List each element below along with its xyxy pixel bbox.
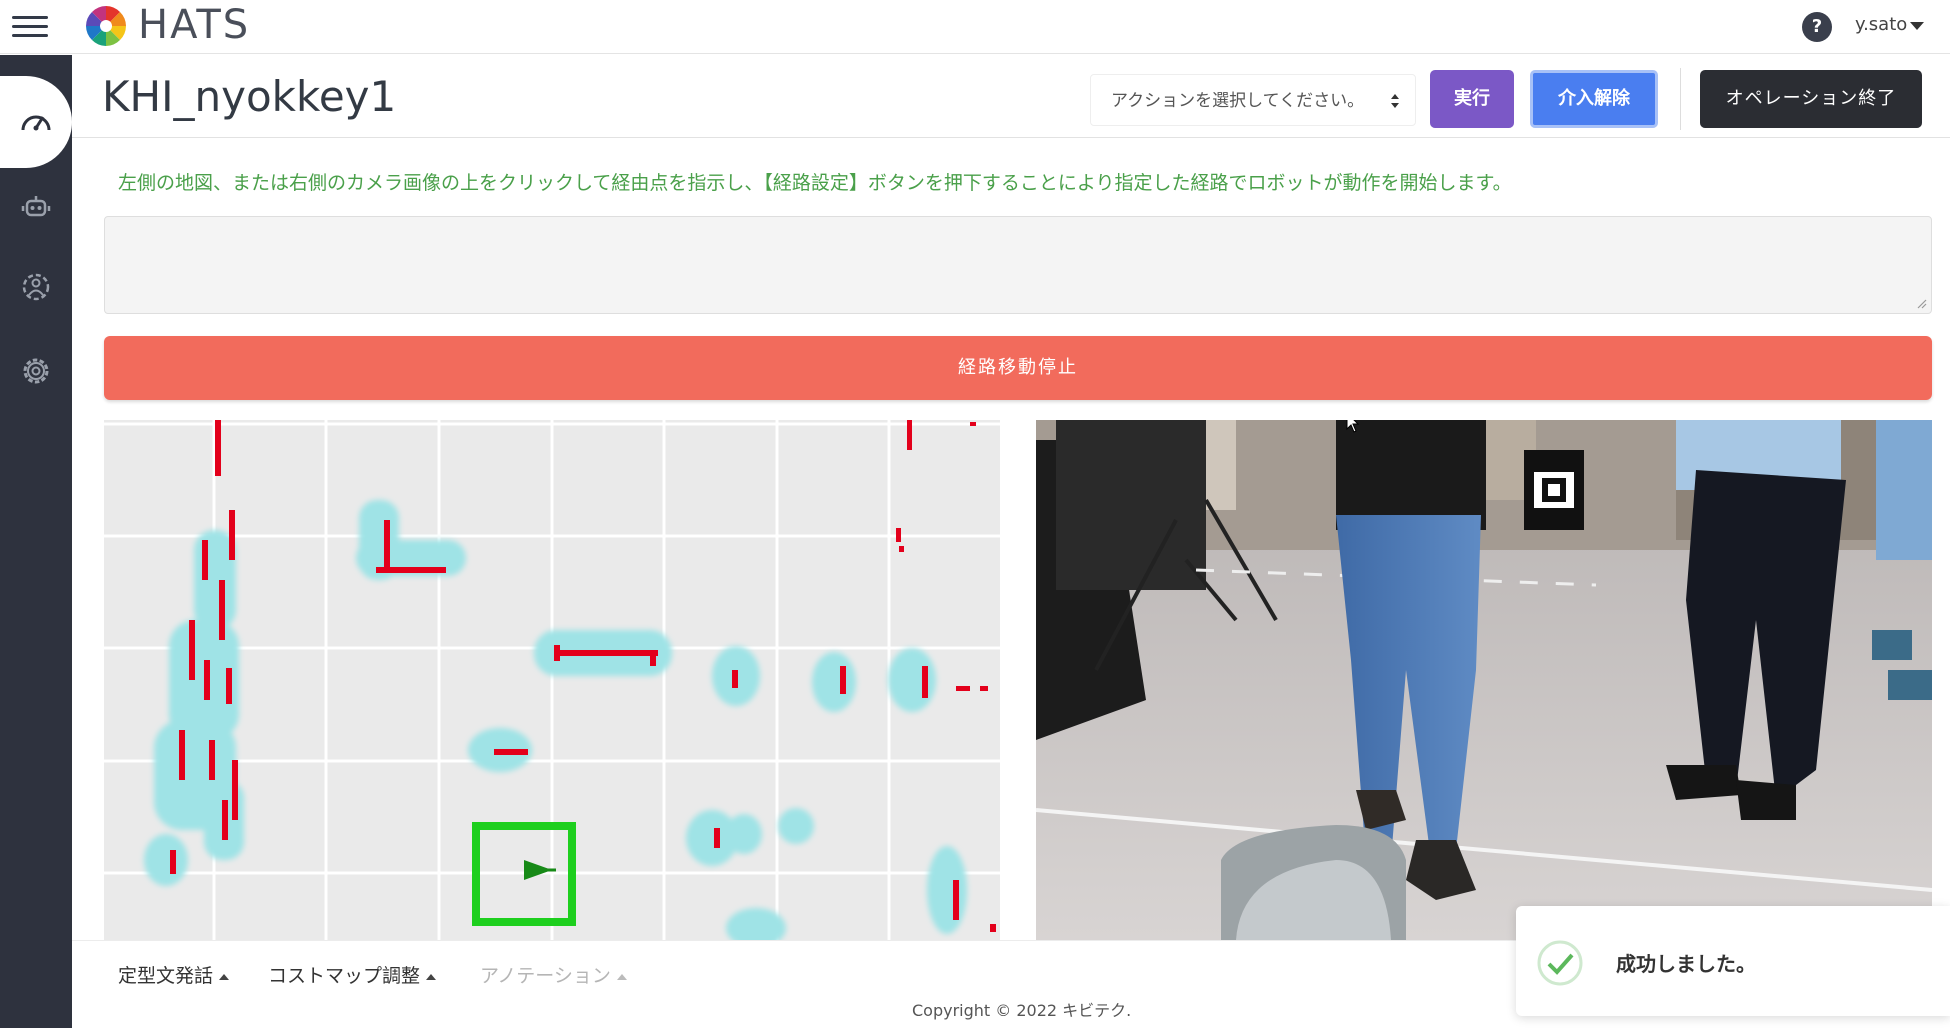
footer-link-costmap-adjust[interactable]: コストマップ調整 xyxy=(268,961,437,988)
page-title: KHI_nyokkey1 xyxy=(102,72,397,121)
robot-icon xyxy=(21,196,51,217)
release-intervention-button[interactable]: 介入解除 xyxy=(1530,70,1658,128)
copyright: Copyright © 2022 キビテク. xyxy=(912,1001,1132,1020)
action-select-value: アクションを選択してください。 xyxy=(1111,91,1365,111)
footer-link-label: アノテーション xyxy=(480,965,611,987)
stop-route-button[interactable]: 経路移動停止 xyxy=(104,336,1932,400)
footer-link-annotation[interactable]: アノテーション xyxy=(480,961,627,988)
brand-name: HATS xyxy=(138,2,251,48)
divider xyxy=(1680,68,1681,130)
toast-message: 成功しました。 xyxy=(1616,952,1756,976)
sidebar-item-robots[interactable] xyxy=(10,181,62,233)
message-textarea[interactable] xyxy=(104,216,1932,314)
action-select[interactable]: アクションを選択してください。 xyxy=(1090,74,1416,126)
camera-view[interactable] xyxy=(1036,420,1932,940)
divider xyxy=(72,137,1950,138)
end-operation-button[interactable]: オペレーション終了 xyxy=(1700,70,1922,128)
settings-gear-icon xyxy=(23,358,49,384)
sidebar xyxy=(0,55,72,1028)
mouse-cursor-icon xyxy=(1346,420,1360,433)
help-icon[interactable]: ? xyxy=(1802,12,1832,42)
top-bar: HATS ? y.sato xyxy=(0,0,1950,54)
footer-link-label: 定型文発話 xyxy=(118,965,214,987)
check-circle-icon xyxy=(1537,940,1583,986)
footer-link-fixed-speech[interactable]: 定型文発話 xyxy=(118,961,230,988)
exec-button[interactable]: 実行 xyxy=(1430,70,1514,128)
gear-person-icon xyxy=(22,273,50,301)
user-menu[interactable]: y.sato xyxy=(1855,14,1907,35)
select-arrows-icon xyxy=(1391,94,1399,108)
caret-up-icon xyxy=(219,973,230,980)
speedometer-icon xyxy=(21,115,51,131)
hats-logo-icon xyxy=(86,6,126,46)
footer-link-label: コストマップ調整 xyxy=(268,965,421,987)
hamburger-menu-icon[interactable] xyxy=(12,12,48,40)
instruction-text: 左側の地図、または右側のカメラ画像の上をクリックして経由点を指示し、【経路設定】… xyxy=(118,172,1512,194)
resize-handle-icon[interactable] xyxy=(1915,297,1927,309)
caret-up-icon xyxy=(616,973,627,980)
costmap-view[interactable] xyxy=(104,420,1000,940)
success-toast: 成功しました。 xyxy=(1516,906,1950,1016)
caret-down-icon[interactable] xyxy=(1910,22,1924,30)
sidebar-item-dashboard[interactable] xyxy=(0,76,72,168)
caret-up-icon xyxy=(426,973,437,980)
sidebar-item-operators[interactable] xyxy=(10,261,62,313)
sidebar-item-settings[interactable] xyxy=(10,345,62,397)
